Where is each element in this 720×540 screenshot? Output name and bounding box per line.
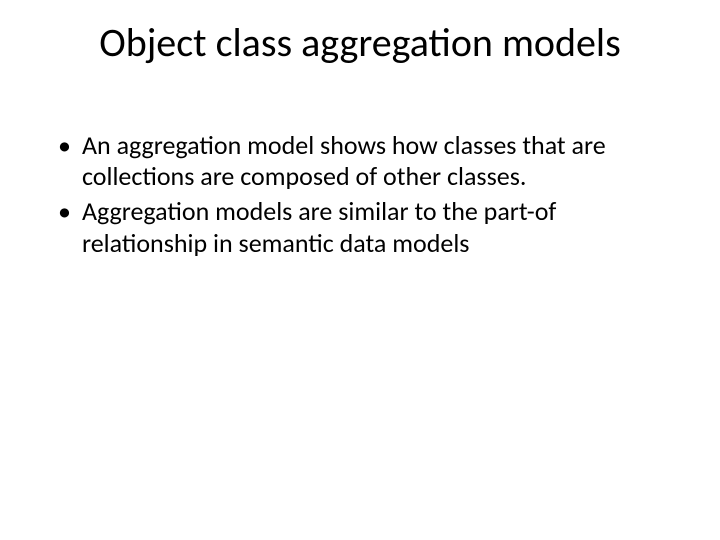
slide-title: Object class aggregation models bbox=[0, 18, 720, 67]
slide: Object class aggregation models An aggre… bbox=[0, 0, 720, 540]
slide-body: An aggregation model shows how classes t… bbox=[54, 130, 666, 263]
list-item: Aggregation models are similar to the pa… bbox=[54, 196, 666, 258]
bullet-list: An aggregation model shows how classes t… bbox=[54, 130, 666, 259]
list-item: An aggregation model shows how classes t… bbox=[54, 130, 666, 192]
